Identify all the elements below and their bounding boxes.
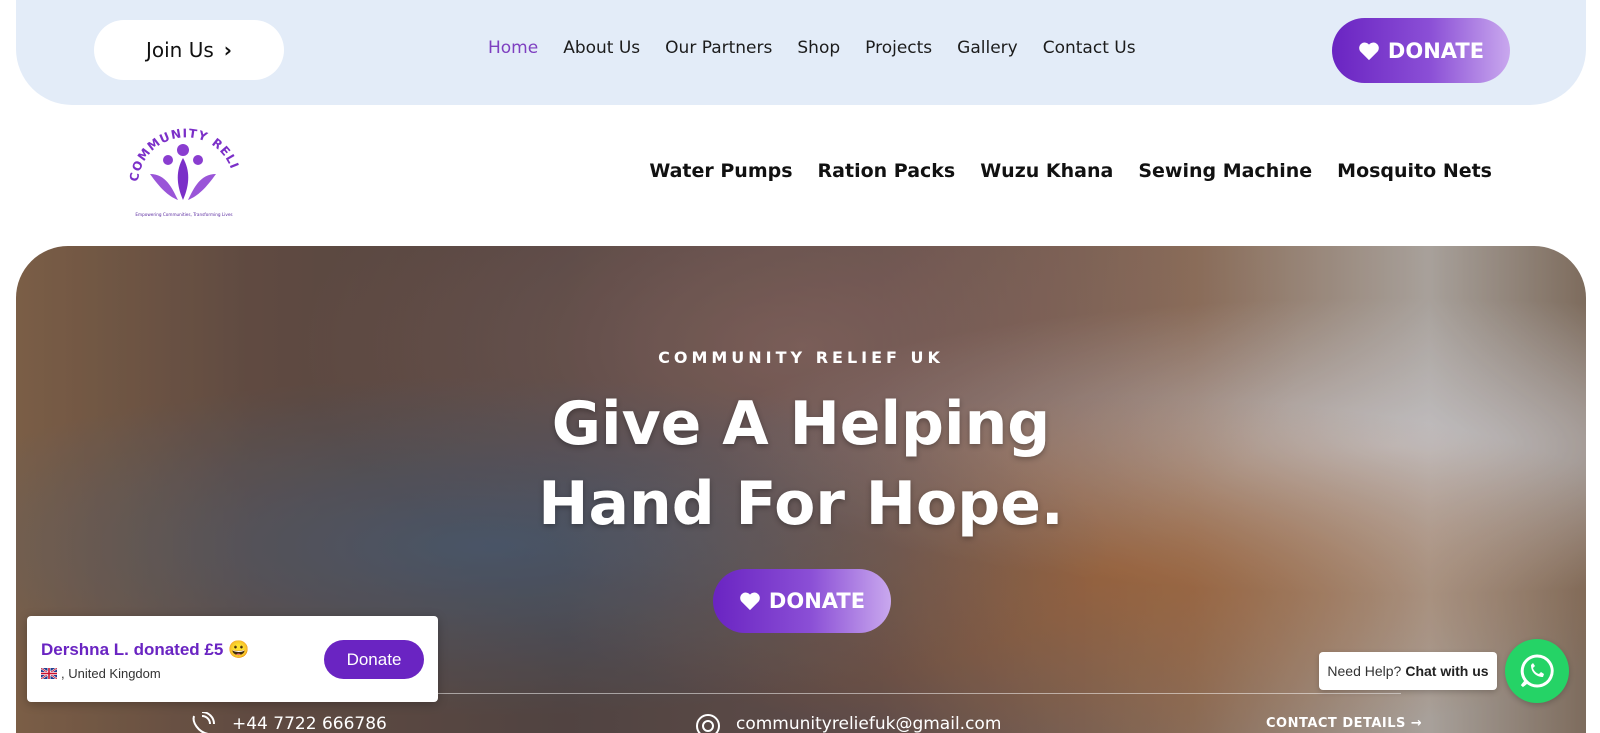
nav-our-partners[interactable]: Our Partners: [665, 38, 772, 58]
contact-email[interactable]: communityreliefuk@gmail.com: [694, 712, 1001, 733]
need-help-text: Need Help?: [1327, 663, 1402, 679]
nav-gallery[interactable]: Gallery: [957, 38, 1018, 58]
category-wuzu-khana[interactable]: Wuzu Khana: [980, 160, 1113, 182]
phone-number: +44 7722 666786: [232, 714, 387, 733]
recent-donation-toast: Dershna L. donated £5 😀 , United Kingdom…: [27, 616, 438, 702]
donate-hero-label: DONATE: [768, 589, 866, 613]
heart-icon: [1359, 42, 1379, 60]
donate-header-label: DONATE: [1387, 38, 1485, 63]
donor-country: , United Kingdom: [61, 666, 161, 681]
donate-header-button[interactable]: DONATE: [1332, 18, 1510, 83]
hero-title-line-1: Give A Helping: [551, 389, 1051, 459]
contact-details-link[interactable]: CONTACT DETAILS →: [1266, 716, 1422, 731]
donor-location: , United Kingdom: [41, 666, 161, 681]
uk-flag-icon: [41, 668, 57, 679]
logo-tagline: Empowering Communities, Transforming Liv…: [135, 212, 232, 217]
community-relief-uk-logo[interactable]: COMMUNITY RELIEF UK Empowering Communiti…: [120, 112, 248, 222]
category-water-pumps[interactable]: Water Pumps: [649, 160, 792, 182]
hero-kicker: COMMUNITY RELIEF UK: [658, 348, 944, 367]
category-mosquito-nets[interactable]: Mosquito Nets: [1337, 160, 1492, 182]
chat-with-us-text: Chat with us: [1405, 663, 1489, 679]
category-ration-packs[interactable]: Ration Packs: [818, 160, 956, 182]
main-nav: Home About Us Our Partners Shop Projects…: [488, 38, 1136, 58]
top-bar: Join Us › Home About Us Our Partners Sho…: [16, 0, 1586, 105]
heart-icon: [740, 592, 760, 611]
toast-donate-button[interactable]: Donate: [324, 640, 424, 679]
contact-phone[interactable]: +44 7722 666786: [188, 712, 387, 733]
hero-title: Give A Helping Hand For Hope.: [16, 384, 1586, 544]
nav-contact-us[interactable]: Contact Us: [1043, 38, 1136, 58]
whatsapp-chat-button[interactable]: [1505, 639, 1569, 703]
hero-title-line-2: Hand For Hope.: [538, 469, 1064, 539]
nav-home[interactable]: Home: [488, 38, 538, 58]
category-sewing-machine[interactable]: Sewing Machine: [1138, 160, 1312, 182]
join-us-label: Join Us: [145, 38, 214, 62]
nav-shop[interactable]: Shop: [797, 38, 840, 58]
donate-hero-button[interactable]: DONATE: [713, 569, 891, 633]
category-nav: Water Pumps Ration Packs Wuzu Khana Sewi…: [649, 160, 1492, 182]
phone-icon: [192, 712, 215, 733]
nav-projects[interactable]: Projects: [865, 38, 932, 58]
hero-divider: [421, 693, 1401, 694]
need-help-chip[interactable]: Need Help? Chat with us: [1319, 652, 1497, 690]
whatsapp-icon: [1520, 654, 1554, 688]
nav-about-us[interactable]: About Us: [563, 38, 640, 58]
chevron-right-icon: ›: [223, 38, 233, 62]
join-us-button[interactable]: Join Us ›: [94, 20, 284, 80]
at-icon: [696, 714, 720, 733]
email-address: communityreliefuk@gmail.com: [736, 714, 1002, 733]
donation-message: Dershna L. donated £5 😀: [41, 640, 250, 659]
